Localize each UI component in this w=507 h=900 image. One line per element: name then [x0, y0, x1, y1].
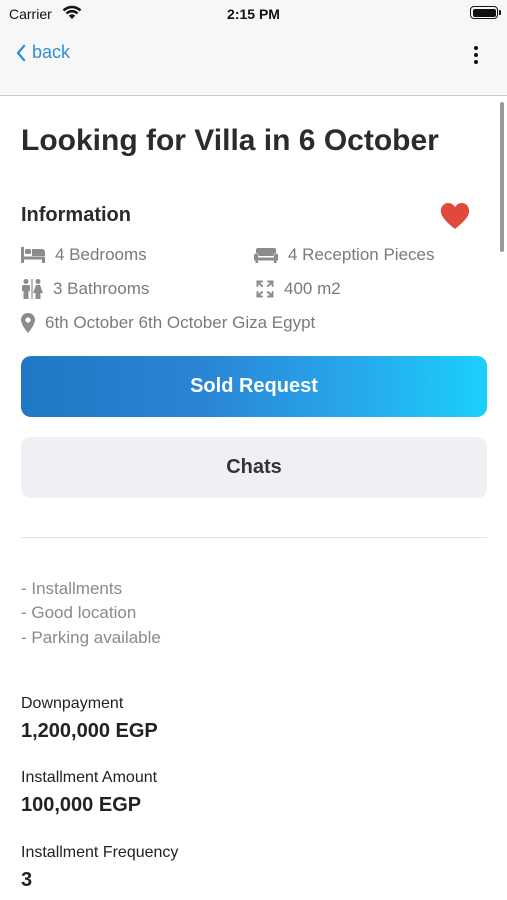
people-restroom-icon — [22, 279, 43, 299]
map-pin-icon — [21, 313, 35, 333]
status-bar: Carrier 2:15 PM — [0, 0, 507, 30]
divider — [21, 537, 487, 538]
bathrooms-label: 3 Bathrooms — [53, 279, 150, 298]
back-button[interactable]: back — [14, 42, 70, 63]
area-label: 400 m2 — [284, 279, 341, 298]
feature-area: 400 m2 — [256, 279, 341, 299]
listing-detail[interactable]: Looking for Villa in 6 October Informati… — [0, 97, 507, 900]
sofa-icon — [254, 248, 278, 263]
installment-frequency-label: Installment Frequency — [21, 844, 179, 861]
back-label: back — [32, 42, 71, 62]
installment-amount-value: 100,000 EGP — [21, 794, 142, 816]
battery-icon — [470, 6, 501, 19]
bed-icon — [21, 247, 45, 263]
description-line: - Parking available — [21, 628, 161, 647]
scrollbar[interactable] — [500, 102, 504, 252]
sold-request-button[interactable]: Sold Request — [21, 356, 487, 417]
feature-reception: 4 Reception Pieces — [254, 245, 434, 265]
feature-bathrooms: 3 Bathrooms — [21, 279, 149, 299]
downpayment-label: Downpayment — [21, 695, 124, 712]
location-label: 6th October 6th October Giza Egypt — [45, 313, 316, 332]
feature-bedrooms: 4 Bedrooms — [21, 245, 147, 265]
clock: 2:15 PM — [227, 6, 280, 22]
more-options-button[interactable] — [466, 44, 486, 68]
bedrooms-label: 4 Bedrooms — [55, 245, 147, 264]
chevron-left-icon — [16, 44, 26, 61]
installment-frequency-value: 3 — [21, 869, 33, 891]
feature-location: 6th October 6th October Giza Egypt — [21, 313, 315, 333]
description-line: - Installments — [21, 579, 123, 598]
navigation-bar: back — [0, 30, 507, 96]
page-title: Looking for Villa in 6 October — [21, 124, 439, 157]
downpayment-value: 1,200,000 EGP — [21, 720, 158, 742]
more-vertical-icon — [474, 46, 478, 50]
description-line: - Good location — [21, 603, 137, 622]
heart-icon[interactable] — [439, 200, 471, 232]
section-title-information: Information — [21, 204, 131, 226]
reception-label: 4 Reception Pieces — [288, 245, 435, 264]
expand-arrows-icon — [256, 280, 274, 298]
chats-button[interactable]: Chats — [21, 437, 487, 498]
installment-amount-label: Installment Amount — [21, 769, 158, 786]
